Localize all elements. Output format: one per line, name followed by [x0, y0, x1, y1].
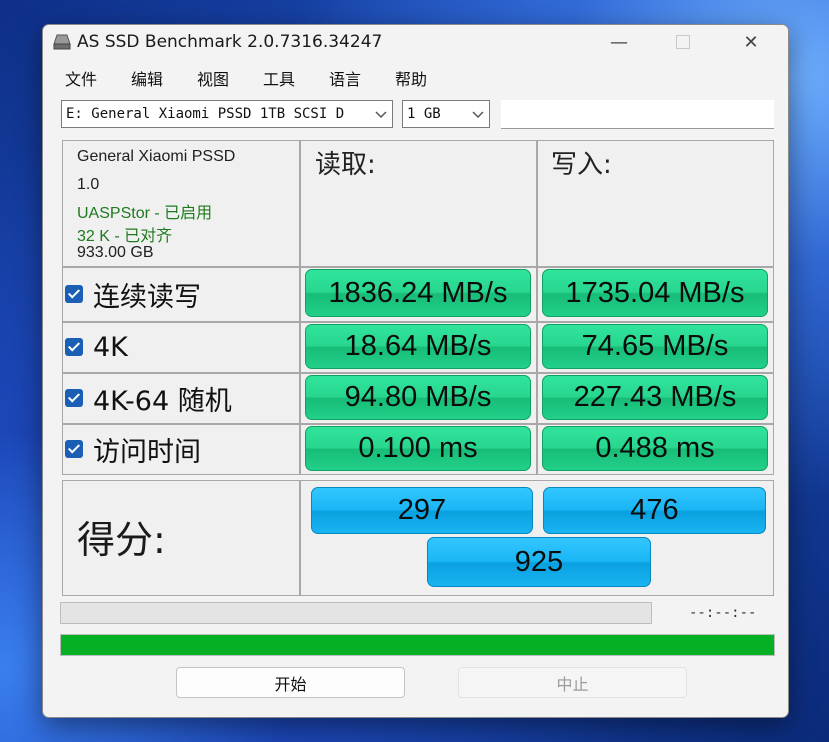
start-button[interactable]: 开始 — [176, 667, 405, 698]
score-read: 297 — [311, 487, 533, 534]
menu-bar: 文件 编辑 视图 工具 语言 帮助 — [43, 63, 788, 93]
4k-read-result: 18.64 MB/s — [305, 324, 531, 369]
score-total: 925 — [427, 537, 651, 587]
size-select-value: 1 GB — [407, 106, 441, 122]
maximize-button[interactable] — [660, 25, 706, 59]
access-write-result: 0.488 ms — [542, 426, 768, 471]
checkbox-checked-icon[interactable] — [65, 440, 83, 458]
menu-tools[interactable]: 工具 — [263, 66, 295, 90]
test-seq-toggle[interactable]: 连续读写 — [65, 274, 201, 314]
4k64-write-result: 227.43 MB/s — [542, 375, 768, 420]
size-select[interactable]: 1 GB — [402, 100, 490, 128]
score-write: 476 — [543, 487, 766, 534]
maximize-icon — [676, 35, 690, 49]
menu-language[interactable]: 语言 — [329, 66, 361, 90]
write-column-header: 写入: — [551, 150, 612, 180]
overall-progress-bar — [60, 634, 775, 656]
access-read-result: 0.100 ms — [305, 426, 531, 471]
chevron-down-icon — [375, 111, 387, 119]
seq-write-result: 1735.04 MB/s — [542, 269, 768, 317]
menu-file[interactable]: 文件 — [65, 66, 97, 90]
seq-read-result: 1836.24 MB/s — [305, 269, 531, 317]
menu-view[interactable]: 视图 — [197, 66, 229, 90]
checkbox-checked-icon[interactable] — [65, 389, 83, 407]
test-4k-label: 4K — [93, 331, 128, 363]
checkbox-checked-icon[interactable] — [65, 285, 83, 303]
menu-help[interactable]: 帮助 — [395, 66, 427, 90]
chevron-down-icon — [472, 111, 484, 119]
app-drive-icon — [53, 34, 71, 50]
overall-progress-fill — [61, 635, 774, 655]
window-title: AS SSD Benchmark 2.0.7316.34247 — [77, 32, 383, 52]
checkbox-checked-icon[interactable] — [65, 338, 83, 356]
minimize-button[interactable]: — — [596, 25, 642, 59]
uasp-status: UASPStor - 已启用 — [77, 205, 213, 222]
test-access-label: 访问时间 — [93, 436, 201, 468]
test-seq-label: 连续读写 — [93, 281, 201, 313]
app-window: AS SSD Benchmark 2.0.7316.34247 — ✕ 文件 编… — [42, 24, 789, 718]
title-bar[interactable]: AS SSD Benchmark 2.0.7316.34247 — ✕ — [43, 25, 788, 59]
drive-firmware: 1.0 — [77, 176, 100, 193]
4k-write-result: 74.65 MB/s — [542, 324, 768, 369]
minimize-icon: — — [610, 31, 628, 53]
drive-select[interactable]: E: General Xiaomi PSSD 1TB SCSI D — [61, 100, 393, 128]
test-progress-bar — [60, 602, 652, 624]
close-button[interactable]: ✕ — [728, 25, 774, 59]
test-4k-toggle[interactable]: 4K — [65, 327, 128, 367]
empty-field — [501, 100, 774, 129]
score-label: 得分: — [77, 518, 166, 562]
elapsed-time: --:--:-- — [689, 605, 757, 621]
test-access-toggle[interactable]: 访问时间 — [65, 429, 201, 469]
drive-name: General Xiaomi PSSD — [77, 148, 236, 165]
read-column-header: 读取: — [315, 150, 376, 180]
test-4k64-toggle[interactable]: 4K-64 随机 — [65, 378, 232, 418]
stop-button[interactable]: 中止 — [458, 667, 687, 698]
4k64-read-result: 94.80 MB/s — [305, 375, 531, 420]
test-4k64-label: 4K-64 随机 — [93, 385, 232, 417]
drive-capacity: 933.00 GB — [77, 244, 154, 261]
alignment-status: 32 K - 已对齐 — [77, 228, 173, 245]
close-icon: ✕ — [743, 31, 759, 53]
menu-edit[interactable]: 编辑 — [131, 66, 163, 90]
drive-select-value: E: General Xiaomi PSSD 1TB SCSI D — [66, 106, 345, 122]
